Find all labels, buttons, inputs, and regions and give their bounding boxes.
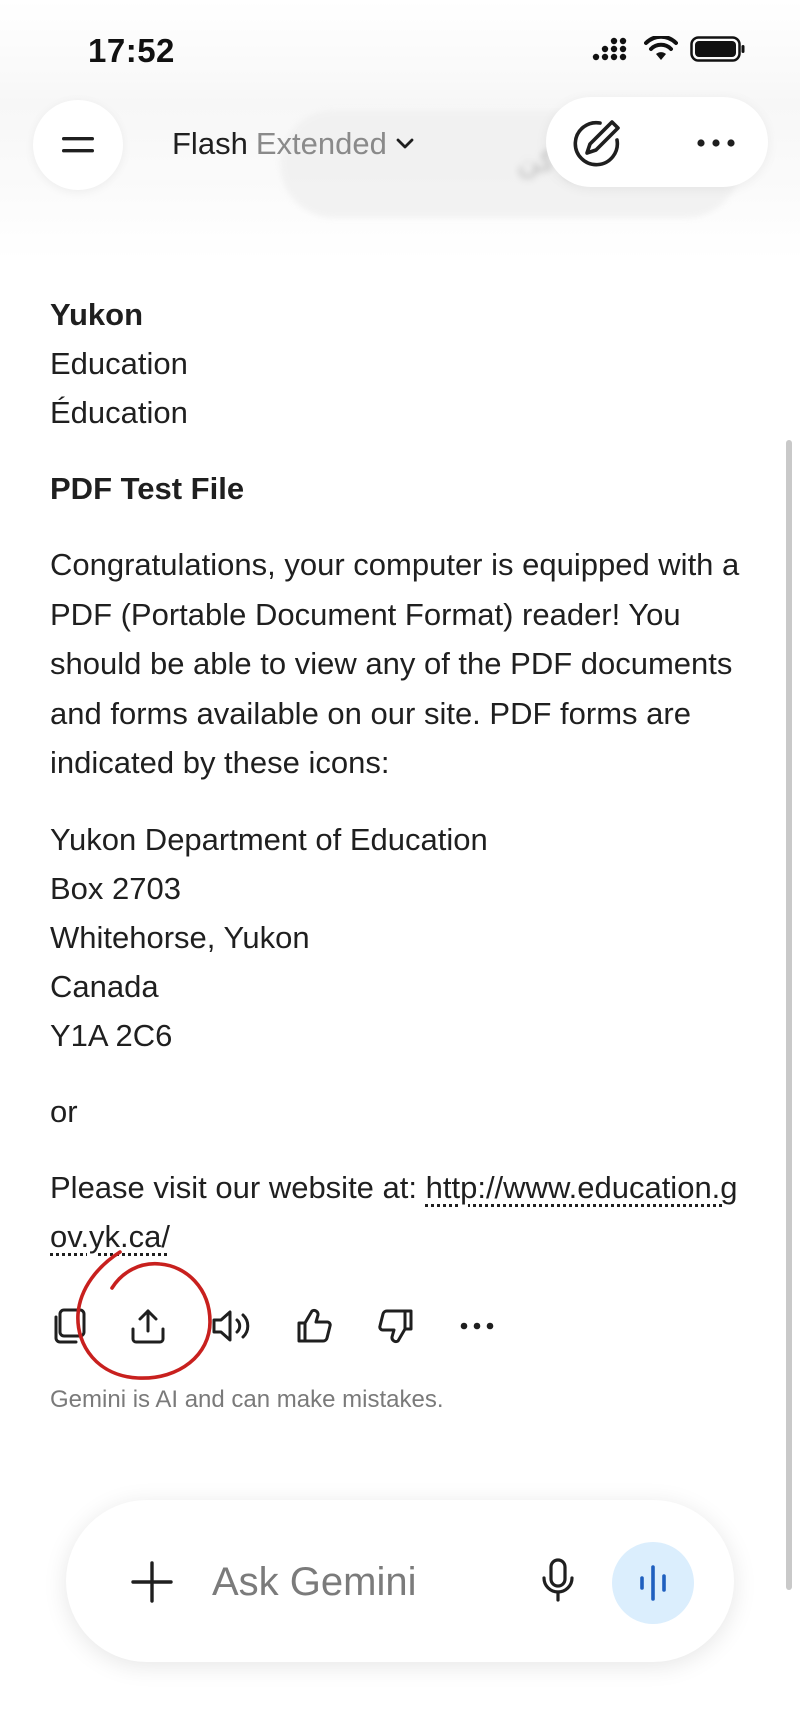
model-picker[interactable]: Flash Extended <box>172 122 415 166</box>
logo-title: Yukon <box>50 297 144 332</box>
scrollbar[interactable] <box>786 440 792 1590</box>
chevron-down-icon <box>396 138 414 149</box>
website-paragraph: Please visit our website at: http://www.… <box>50 1163 750 1262</box>
model-name: Flash <box>172 126 248 161</box>
status-icons <box>592 36 746 62</box>
more-horizontal-icon <box>697 139 735 147</box>
good-response-button[interactable] <box>286 1298 342 1354</box>
address-line: Canada <box>50 968 159 1004</box>
edit-pen-icon <box>573 120 620 167</box>
logo-line-education-fr: Éducation <box>50 395 188 430</box>
thumbs-down-icon <box>378 1309 413 1344</box>
plus-icon <box>131 1561 173 1603</box>
status-time: 17:52 <box>88 32 175 69</box>
audio-waveform-icon <box>640 1565 666 1601</box>
website-prefix: Please visit our website at: <box>50 1169 426 1205</box>
model-variant: Extended <box>255 126 387 161</box>
or-text: or <box>50 1093 78 1129</box>
address-line: Yukon Department of Education <box>50 821 488 857</box>
new-chat-button[interactable] <box>568 114 626 172</box>
address-line: Whitehorse, Yukon <box>50 919 310 955</box>
voice-input-button[interactable] <box>528 1550 588 1610</box>
microphone-icon <box>542 1558 574 1602</box>
wifi-icon <box>644 36 678 60</box>
live-mode-button[interactable] <box>612 1542 694 1624</box>
copy-button[interactable] <box>42 1298 98 1354</box>
share-button[interactable] <box>120 1298 176 1354</box>
battery-icon <box>690 36 745 62</box>
read-aloud-button[interactable] <box>204 1298 260 1354</box>
disclaimer: Gemini is AI and can make mistakes. <box>50 1386 444 1413</box>
response-content: Yukon Education Éducation PDF Test File … <box>50 290 750 1262</box>
response-actions <box>42 1298 522 1354</box>
copy-icon <box>54 1308 86 1344</box>
top-actions-pill <box>546 97 768 187</box>
share-icon <box>131 1309 165 1344</box>
logo-line-education: Education <box>50 346 188 381</box>
address-line: Y1A 2C6 <box>50 1017 173 1053</box>
address-line: Box 2703 <box>50 870 181 906</box>
prompt-bar <box>66 1500 734 1662</box>
add-attachment-button[interactable] <box>122 1552 182 1612</box>
read-aloud-icon <box>212 1310 250 1342</box>
more-actions-button[interactable] <box>449 1298 505 1354</box>
cellular-signal-icon <box>592 37 627 61</box>
status-bar: 17:52 <box>0 0 800 100</box>
intro-paragraph: Congratulations, your computer is equipp… <box>50 547 740 780</box>
menu-button[interactable] <box>33 100 123 190</box>
thumbs-up-icon <box>297 1308 332 1343</box>
hamburger-menu-icon <box>62 137 94 153</box>
more-options-button[interactable] <box>686 114 746 172</box>
more-horizontal-icon <box>460 1322 494 1330</box>
document-title: PDF Test File <box>50 471 245 506</box>
ask-input[interactable] <box>212 1552 502 1612</box>
bad-response-button[interactable] <box>368 1298 424 1354</box>
